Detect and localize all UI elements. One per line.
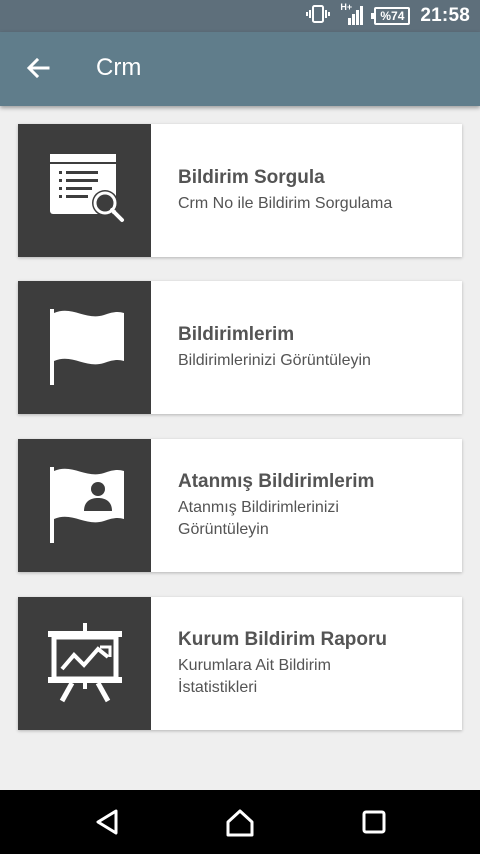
icon-tile <box>18 439 151 572</box>
network-type-label: H+ <box>340 2 353 12</box>
signal-icon: H+ <box>340 2 364 27</box>
home-icon[interactable] <box>220 804 260 840</box>
menu-item-texts: Kurum Bildirim Raporu Kurumlara Ait Bild… <box>178 597 452 730</box>
document-search-icon <box>42 146 128 235</box>
arrow-back-icon[interactable] <box>22 52 54 84</box>
menu-item-texts: Bildirimlerim Bildirimlerinizi Görüntüle… <box>178 281 452 414</box>
status-bar: H+ %74 21:58 <box>0 0 480 32</box>
menu-item-texts: Bildirim Sorgula Crm No ile Bildirim Sor… <box>178 124 452 257</box>
menu-item-bildirimlerim[interactable]: Bildirimlerim Bildirimlerinizi Görüntüle… <box>18 281 462 414</box>
icon-tile <box>18 124 151 257</box>
menu-item-subtitle: Bildirimlerinizi Görüntüleyin <box>178 351 371 369</box>
vibrate-icon <box>306 4 331 29</box>
menu-item-title: Kurum Bildirim Raporu <box>178 628 388 650</box>
flag-icon <box>42 303 128 392</box>
navigation-bar <box>0 790 480 854</box>
recents-icon[interactable] <box>353 804 393 840</box>
menu-item-subtitle: Kurumlara Ait Bildirim İstatistikleri <box>178 656 331 696</box>
menu-item-title: Atanmış Bildirimlerim <box>178 470 375 492</box>
menu-item-bildirim-sorgula[interactable]: Bildirim Sorgula Crm No ile Bildirim Sor… <box>18 124 462 257</box>
icon-tile <box>18 281 151 414</box>
menu-item-kurum-bildirim-raporu[interactable]: Kurum Bildirim Raporu Kurumlara Ait Bild… <box>18 597 462 730</box>
page-title: Crm <box>96 54 142 81</box>
menu-item-title: Bildirimlerim <box>178 323 295 345</box>
presentation-chart-icon <box>42 619 128 708</box>
battery-indicator: %74 <box>371 7 411 25</box>
app-bar: Crm <box>0 32 480 106</box>
menu-item-title: Bildirim Sorgula <box>178 166 325 188</box>
menu-item-texts: Atanmış Bildirimlerim Atanmış Bildirimle… <box>178 439 452 572</box>
clock: 21:58 <box>420 5 470 26</box>
status-icons: H+ %74 21:58 <box>306 0 470 32</box>
flag-user-icon <box>42 461 128 550</box>
back-triangle-icon[interactable] <box>88 804 128 840</box>
icon-tile <box>18 597 151 730</box>
menu-item-subtitle: Crm No ile Bildirim Sorgulama <box>178 194 393 212</box>
menu-item-atanmis-bildirimlerim[interactable]: Atanmış Bildirimlerim Atanmış Bildirimle… <box>18 439 462 572</box>
menu-item-subtitle: Atanmış Bildirimlerinizi Görüntüleyin <box>178 498 339 538</box>
